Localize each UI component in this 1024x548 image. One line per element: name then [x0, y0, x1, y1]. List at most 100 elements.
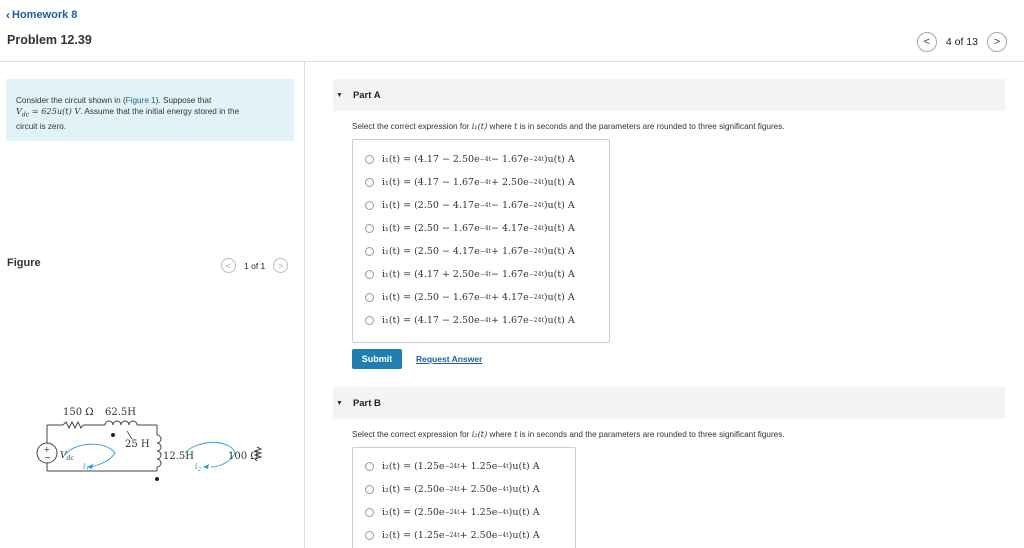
figure-link[interactable]: Figure 1: [126, 96, 156, 105]
problem-pager: < 4 of 13 >: [916, 32, 1007, 52]
option-lhs: i₂(t) = (2.50e: [382, 484, 445, 495]
mutual-arrow: [126, 430, 133, 440]
option-exp1: −24t: [444, 532, 460, 539]
part-a-option-3[interactable]: i₁(t) = (2.50 − 4.17e −4t − 1.67e −24t)u(t…: [365, 200, 575, 211]
option-mid: + 2.50e: [459, 484, 498, 495]
option-mid: + 4.17e: [490, 292, 529, 303]
part-a-option-1[interactable]: i₁(t) = (4.17 − 2.50e −4t − 1.67e −24t)u(t…: [365, 154, 575, 165]
radio-button[interactable]: [365, 508, 374, 517]
next-problem-button[interactable]: >: [987, 32, 1007, 52]
part-a-option-8[interactable]: i₁(t) = (4.17 − 2.50e −4t + 1.67e −24t)u(t…: [365, 315, 575, 326]
vdc-expression: = 625u(t) V: [29, 106, 81, 116]
part-b-title: Part B: [352, 397, 381, 409]
instr-variable: i₂(t): [471, 429, 488, 439]
part-a-option-2[interactable]: i₁(t) = (4.17 − 1.67e −4t + 2.50e −24t)u(t…: [365, 177, 575, 188]
option-lhs: i₁(t) = (4.17 + 2.50e: [382, 269, 480, 280]
back-to-homework-link[interactable]: ‹ Homework 8: [6, 9, 77, 21]
desc-text-1: Consider the circuit shown in (: [16, 96, 126, 105]
next-figure-button[interactable]: >: [273, 258, 289, 273]
option-rhs: )u(t) A: [508, 461, 540, 472]
inductor-62-5h: [104, 420, 138, 426]
submit-button[interactable]: Submit: [352, 349, 402, 369]
desc-text-4: circuit is zero.: [16, 121, 67, 131]
part-a-section: ▼ Part A: [333, 79, 1005, 111]
option-mid: + 1.25e: [459, 461, 498, 472]
option-exp1: −4t: [479, 248, 491, 255]
prev-figure-button[interactable]: <: [221, 258, 236, 273]
option-exp1: −4t: [479, 294, 491, 301]
option-exp1: −4t: [479, 317, 491, 324]
dot-marker-l2: [155, 477, 159, 481]
radio-button[interactable]: [365, 270, 374, 279]
part-b-option-4[interactable]: i₂(t) = (1.25e −24t + 2.50e −4t)u(t) A: [365, 530, 540, 541]
option-mid: + 1.25e: [459, 507, 498, 518]
mutual-inductance-label: 25 H: [125, 439, 150, 450]
part-b-options: i₂(t) = (1.25e −24t + 1.25e −4t)u(t) A i₂(…: [352, 447, 576, 548]
part-b-instructions: Select the correct expression for i₂(t) …: [352, 429, 785, 439]
option-exp2: −24t: [528, 225, 544, 232]
option-lhs: i₁(t) = (4.17 − 1.67e: [382, 177, 480, 188]
part-a-title: Part A: [352, 89, 381, 101]
chevron-left-icon: <: [225, 260, 232, 271]
part-a-option-4[interactable]: i₁(t) = (2.50 − 1.67e −4t − 4.17e −24t)u(t…: [365, 223, 575, 234]
option-exp2: −24t: [528, 179, 544, 186]
desc-text-2: ). Suppose that: [155, 96, 212, 105]
radio-button[interactable]: [365, 531, 374, 540]
radio-button[interactable]: [365, 224, 374, 233]
option-lhs: i₁(t) = (2.50 − 1.67e: [382, 292, 480, 303]
radio-button[interactable]: [365, 201, 374, 210]
back-link-label: Homework 8: [12, 9, 78, 21]
l1-label: 62.5H: [105, 407, 136, 418]
pager-text: 4 of 13: [945, 36, 978, 48]
option-exp1: −4t: [479, 202, 491, 209]
circuit-diagram: 150 Ω 62.5H 25 H 12.5H + − Vdc i1 i2 100…: [36, 407, 263, 481]
part-b-option-1[interactable]: i₂(t) = (1.25e −24t + 1.25e −4t)u(t) A: [365, 461, 540, 472]
instr-text: Select the correct expression for: [352, 122, 472, 131]
part-a-option-6[interactable]: i₁(t) = (4.17 + 2.50e −4t − 1.67e −24t)u(t…: [365, 269, 575, 280]
request-answer-link[interactable]: Request Answer: [416, 354, 482, 364]
part-a-header[interactable]: ▼ Part A: [333, 79, 1005, 111]
option-lhs: i₁(t) = (4.17 − 2.50e: [382, 154, 480, 165]
desc-text-3: . Assume that the initial energy stored …: [80, 107, 240, 116]
option-mid: − 1.67e: [490, 269, 529, 280]
option-mid: − 1.67e: [490, 154, 529, 165]
chevron-left-icon: <: [923, 36, 931, 48]
radio-button[interactable]: [365, 485, 374, 494]
caret-down-icon: ▼: [336, 399, 343, 407]
option-lhs: i₁(t) = (2.50 − 1.67e: [382, 223, 480, 234]
option-exp1: −24t: [444, 486, 460, 493]
part-a-option-7[interactable]: i₁(t) = (2.50 − 1.67e −4t + 4.17e −24t)u(t…: [365, 292, 575, 303]
option-rhs: )u(t) A: [543, 292, 575, 303]
part-b-header[interactable]: ▼ Part B: [333, 387, 1005, 419]
part-a-option-5[interactable]: i₁(t) = (2.50 − 4.17e −4t + 1.67e −24t)u(t…: [365, 246, 575, 257]
instr-text: Select the correct expression for: [352, 430, 472, 439]
part-b-option-3[interactable]: i₂(t) = (2.50e −24t + 1.25e −4t)u(t) A: [365, 507, 540, 518]
instr-text: is in seconds and the parameters are rou…: [517, 430, 785, 439]
option-rhs: )u(t) A: [543, 246, 575, 257]
option-exp2: −4t: [497, 463, 509, 470]
option-lhs: i₁(t) = (2.50 − 4.17e: [382, 200, 480, 211]
radio-button[interactable]: [365, 316, 374, 325]
radio-button[interactable]: [365, 178, 374, 187]
option-exp1: −4t: [479, 156, 491, 163]
option-rhs: )u(t) A: [543, 200, 575, 211]
part-b-option-2[interactable]: i₂(t) = (2.50e −24t + 2.50e −4t)u(t) A: [365, 484, 540, 495]
option-exp2: −24t: [528, 271, 544, 278]
option-mid: − 4.17e: [490, 223, 529, 234]
radio-button[interactable]: [365, 293, 374, 302]
radio-button[interactable]: [365, 462, 374, 471]
option-exp2: −24t: [528, 294, 544, 301]
option-exp1: −4t: [479, 179, 491, 186]
option-rhs: )u(t) A: [543, 269, 575, 280]
radio-button[interactable]: [365, 155, 374, 164]
caret-down-icon: ▼: [336, 91, 343, 99]
r1-label: 150 Ω: [63, 407, 94, 418]
prev-problem-button[interactable]: <: [916, 32, 937, 52]
r2-label: 100 Ω: [228, 451, 259, 462]
option-exp2: −4t: [497, 486, 509, 493]
resistor-150: [62, 420, 84, 430]
option-exp1: −24t: [444, 463, 460, 470]
problem-description: Consider the circuit shown in (Figure 1)…: [6, 79, 294, 141]
option-exp2: −24t: [528, 156, 544, 163]
radio-button[interactable]: [365, 247, 374, 256]
